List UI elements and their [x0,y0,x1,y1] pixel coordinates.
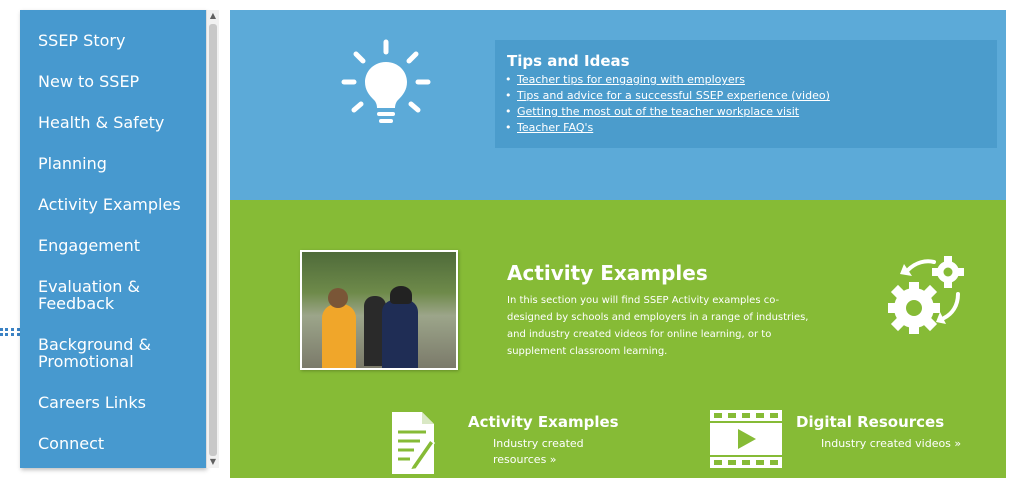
sidebar-item-new-to-ssep[interactable]: New to SSEP [38,73,200,90]
tips-link-teacher-faq[interactable]: Teacher FAQ's [517,121,593,134]
sidebar-item-background-promotional[interactable]: Background & Promotional [38,336,158,370]
tips-link-list: Teacher tips for engaging with employers… [505,72,830,136]
card-link-industry-videos[interactable]: Industry created videos » [821,436,981,452]
tips-link-workplace-visit[interactable]: Getting the most out of the teacher work… [517,105,799,118]
card-title-activity-examples[interactable]: Activity Examples [468,413,619,431]
card-link-industry-resources[interactable]: Industry created resources » [493,436,603,468]
gears-icon [888,256,964,334]
sidebar-item-connect[interactable]: Connect [38,435,200,452]
tips-list-item: Teacher FAQ's [505,120,830,136]
photo-figure-head [390,286,412,304]
sidebar-item-careers-links[interactable]: Careers Links [38,394,200,411]
dotted-connector [0,328,20,336]
scrollbar-thumb[interactable] [209,24,217,456]
sidebar-item-evaluation-feedback[interactable]: Evaluation & Feedback [38,278,158,312]
sidebar-item-engagement[interactable]: Engagement [38,237,200,254]
tips-link-engaging-employers[interactable]: Teacher tips for engaging with employers [517,73,745,86]
tips-title: Tips and Ideas [507,52,630,70]
activity-panel: Activity Examples In this section you wi… [230,200,1006,478]
scroll-down-arrow-icon[interactable]: ▼ [207,456,219,468]
sidebar-item-health-safety[interactable]: Health & Safety [38,114,200,131]
sidebar-item-activity-examples[interactable]: Activity Examples [38,196,200,213]
tips-list-item: Teacher tips for engaging with employers [505,72,830,88]
photo-figure-head [328,288,348,308]
activity-examples-description: In this section you will find SSEP Activ… [507,295,809,357]
photo-figure [322,304,356,368]
scroll-up-arrow-icon[interactable]: ▲ [207,10,219,22]
sidebar-item-planning[interactable]: Planning [38,155,200,172]
video-play-icon[interactable] [710,410,782,468]
sidebar-nav: SSEP Story New to SSEP Health & Safety P… [20,10,206,468]
tips-panel: Tips and Ideas Teacher tips for engaging… [230,10,1006,200]
card-title-digital-resources[interactable]: Digital Resources [796,413,944,431]
sidebar-scrollbar[interactable]: ▲ ▼ [206,10,219,468]
tips-box: Tips and Ideas Teacher tips for engaging… [495,40,997,148]
tips-link-successful-experience-video[interactable]: Tips and advice for a successful SSEP ex… [517,89,830,102]
lightbulb-icon [341,39,431,123]
tips-list-item: Tips and advice for a successful SSEP ex… [505,88,830,104]
activity-examples-heading: Activity Examples [507,261,708,285]
tips-list-item: Getting the most out of the teacher work… [505,104,830,120]
photo-figure [382,300,418,368]
activity-photo[interactable] [300,250,458,370]
document-pencil-icon[interactable] [390,410,436,476]
sidebar-item-ssep-story[interactable]: SSEP Story [38,32,200,49]
